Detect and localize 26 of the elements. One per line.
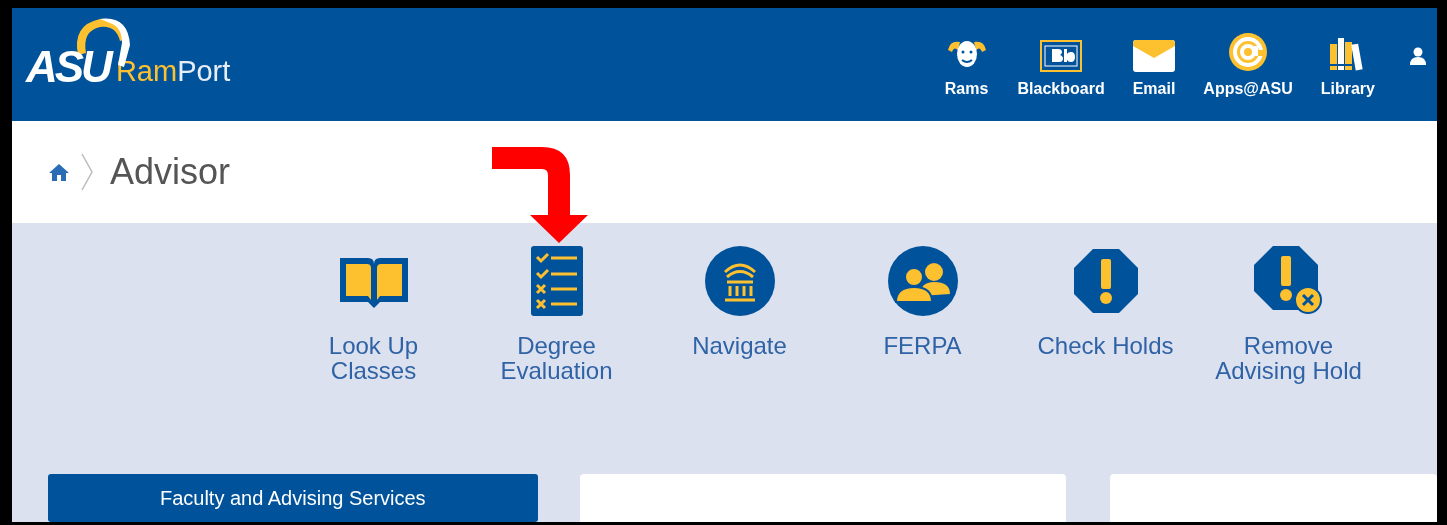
page-title: Advisor [110,151,231,193]
envelope-icon [1133,39,1175,72]
nav-link[interactable]: Apps@ASU [1189,31,1307,98]
at-sign-icon [1228,31,1269,72]
exclamation-octagon-icon [1073,249,1138,313]
tile-link[interactable]: Look Up Classes [282,245,465,448]
home-icon[interactable] [48,163,70,181]
tile-link[interactable]: FERPA [831,245,1014,448]
tile-link[interactable]: Degree Evaluation [465,245,648,448]
blackboard-logo-icon [1040,39,1083,72]
nav-link[interactable]: Rams [929,31,1004,98]
nav-link[interactable]: Library [1306,31,1389,98]
nav-link[interactable]: Email [1118,31,1190,98]
tile-link[interactable]: Check Holds [1014,245,1197,448]
columned-building-icon [704,246,775,316]
services-button[interactable]: Faculty and Advising Services [48,474,538,522]
tile-link[interactable]: Remove Advising Hold [1197,245,1380,448]
nav-link[interactable]: Blackboard [1003,31,1119,98]
user-icon[interactable] [1409,46,1427,65]
exclamation-octagon-remove-icon [1253,246,1324,316]
logo-text: ASU [26,41,110,91]
app-name: RamPort [115,56,231,89]
breadcrumb-separator-icon [80,152,94,192]
checklist-icon [530,246,583,316]
two-people-icon [887,246,958,316]
tile-link[interactable]: Navigate [648,245,831,448]
